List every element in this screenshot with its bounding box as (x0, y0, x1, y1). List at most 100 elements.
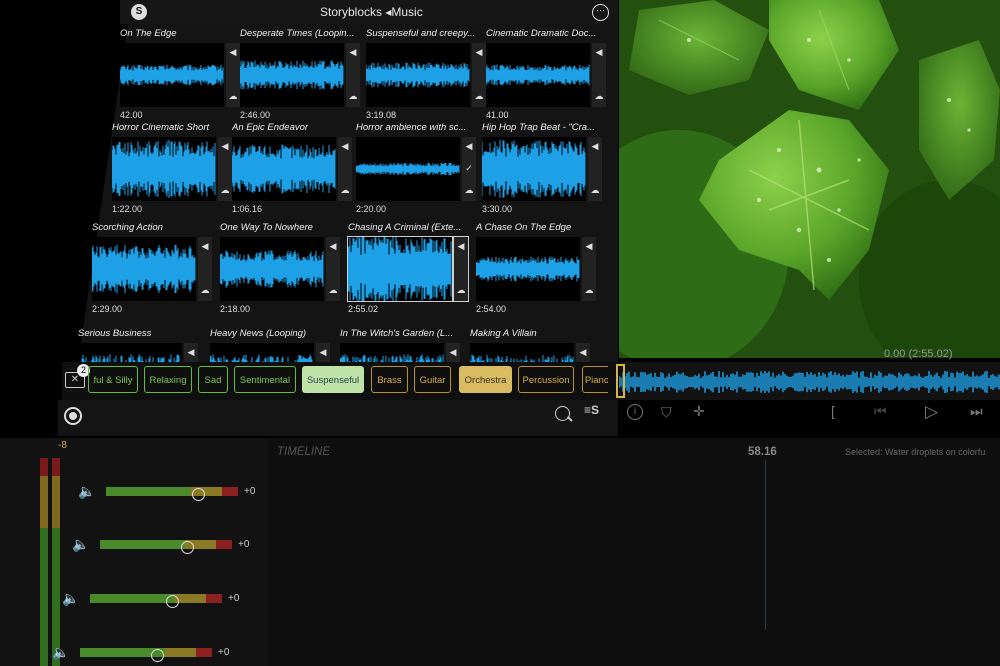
volume-icon[interactable]: ◀ (594, 47, 604, 57)
track-title: Making A Villain (470, 328, 537, 339)
volume-icon[interactable]: ◀ (228, 47, 238, 57)
more-options-icon[interactable]: ··· (592, 4, 609, 21)
volume-icon[interactable]: ◀ (590, 141, 600, 151)
fader-knob[interactable] (150, 649, 164, 662)
cloud-download-icon[interactable]: ☁ (456, 285, 466, 295)
audio-scrub-bar[interactable] (618, 362, 1000, 400)
volume-icon[interactable]: ◀ (328, 241, 338, 251)
cloud-download-icon[interactable]: ☁ (200, 285, 210, 295)
track-tile[interactable]: Suspenseful and creepy... ◀ ☁ 3:19.08 (366, 28, 486, 120)
cloud-download-icon[interactable]: ☁ (464, 185, 474, 195)
tag-guitar[interactable]: Guitar (414, 366, 451, 393)
volume-icon[interactable]: ◀ (340, 141, 350, 151)
track-tile[interactable]: Hip Hop Trap Beat - "Cra... ◀ ☁ 3:30.00 (482, 122, 602, 214)
track-duration: 1:06.16 (232, 204, 263, 214)
volume-icon[interactable]: ◀ (464, 141, 474, 151)
volume-icon[interactable]: ◀ (348, 47, 358, 57)
sort-icon[interactable]: ≡S (584, 403, 599, 417)
track-waveform[interactable] (92, 237, 196, 301)
storyblocks-logo-icon[interactable]: S (131, 4, 147, 20)
track-waveform[interactable] (240, 43, 344, 107)
play-icon[interactable]: ▷ (925, 402, 938, 422)
split-icon[interactable]: ✛ (693, 403, 705, 420)
volume-icon[interactable]: ◀ (186, 347, 196, 357)
tag-brass[interactable]: Brass (371, 366, 408, 393)
track-waveform[interactable] (356, 137, 460, 201)
next-icon[interactable]: ⏭ (970, 403, 983, 420)
cloud-download-icon[interactable]: ☁ (220, 185, 230, 195)
speaker-icon[interactable]: 🔈 (72, 536, 89, 553)
track-tile[interactable]: On The Edge ◀ ☁ 42.00 (120, 28, 240, 120)
fader-knob[interactable] (165, 595, 179, 608)
tag-suspenseful[interactable]: Suspenseful (302, 366, 364, 393)
track-waveform[interactable] (120, 43, 224, 107)
cloud-download-icon[interactable]: ☁ (348, 91, 358, 101)
speaker-icon[interactable]: 🔈 (78, 483, 95, 500)
volume-icon[interactable]: ◀ (220, 141, 230, 151)
volume-icon[interactable]: ◀ (456, 241, 466, 251)
cloud-download-icon[interactable]: ☁ (340, 185, 350, 195)
timeline-area[interactable] (268, 438, 1000, 666)
track-tile[interactable]: Horror ambience with sc... ◀ ☁ ✓ 2:20.00 (356, 122, 476, 214)
tag-sad[interactable]: Sad (198, 366, 228, 393)
tag-orchestra[interactable]: Orchestra (459, 366, 512, 393)
cloud-download-icon[interactable]: ☁ (590, 185, 600, 195)
cloud-download-icon[interactable]: ☁ (328, 285, 338, 295)
track-waveform[interactable] (232, 137, 336, 201)
preview-time-readout: 0.00 (2:55.02) (884, 348, 953, 360)
volume-fader[interactable] (90, 594, 222, 608)
track-tile[interactable]: Horror Cinematic Short ◀ ☁ 1:22.00 (112, 122, 232, 214)
track-tile[interactable]: A Chase On The Edge ◀ ☁ 2:54.00 (476, 222, 596, 314)
volume-fader[interactable] (80, 648, 212, 662)
track-title: One Way To Nowhere (220, 222, 313, 233)
checkmark-icon: ✓ (465, 163, 473, 173)
tag-relaxing[interactable]: Relaxing (144, 366, 192, 393)
track-waveform[interactable] (482, 137, 586, 201)
add-marker-icon[interactable]: ⛉ (661, 404, 672, 421)
cloud-download-icon[interactable]: ☁ (584, 285, 594, 295)
track-tile[interactable]: Chasing A Criminal (Exte... ◀ ☁ 2:55.02 (347, 222, 469, 314)
info-icon[interactable]: i (627, 404, 643, 420)
tag-percussion[interactable]: Percussion (518, 366, 574, 393)
volume-fader[interactable] (100, 540, 232, 554)
speaker-icon[interactable]: 🔈 (62, 590, 79, 607)
track-tile[interactable]: Desperate Times (Loopin... ◀ ☁ 2:46.00 (240, 28, 360, 120)
volume-icon[interactable]: ◀ (578, 347, 588, 357)
volume-fader[interactable] (106, 487, 238, 501)
level-meter-right (52, 458, 60, 666)
track-title: Chasing A Criminal (Exte... (348, 222, 462, 233)
track-waveform[interactable] (347, 236, 453, 302)
track-waveform[interactable] (220, 237, 324, 301)
in-point-icon[interactable]: [ (831, 403, 835, 419)
track-waveform[interactable] (366, 43, 470, 107)
tag-ful-silly[interactable]: ful & Silly (88, 366, 138, 393)
tag-piano[interactable]: Piano (582, 366, 608, 393)
volume-icon[interactable]: ◀ (200, 241, 210, 251)
cloud-download-icon[interactable]: ☁ (594, 91, 604, 101)
volume-icon[interactable]: ◀ (474, 47, 484, 57)
search-icon[interactable] (555, 406, 570, 421)
track-tile[interactable]: An Epic Endeavor ◀ ☁ 1:06.16 (232, 122, 352, 214)
track-side-controls: ◀☁ (592, 43, 606, 107)
track-duration: 3:19.08 (366, 110, 397, 120)
previous-icon[interactable]: ⏮ (874, 403, 887, 420)
track-tile[interactable]: One Way To Nowhere ◀ ☁ 2:18.00 (220, 222, 340, 314)
track-waveform[interactable] (476, 237, 580, 301)
volume-icon[interactable]: ◀ (318, 347, 328, 357)
tag-sentimental[interactable]: Sentimental (234, 366, 296, 393)
track-tile[interactable]: Cinematic Dramatic Doc... ◀ ☁ 41.00 (486, 28, 606, 120)
volume-icon[interactable]: ◀ (584, 241, 594, 251)
playhead-handle[interactable] (616, 364, 625, 398)
tag-list: ful & Silly Relaxing Sad Sentimental Suspens… (88, 366, 608, 396)
speaker-icon[interactable]: 🔈 (52, 644, 69, 661)
channel-gain-value: +0 (218, 647, 230, 658)
cloud-download-icon[interactable]: ☁ (474, 91, 484, 101)
track-waveform[interactable] (486, 43, 590, 107)
record-button[interactable] (64, 407, 82, 425)
cloud-download-icon[interactable]: ☁ (228, 91, 238, 101)
track-waveform[interactable] (112, 137, 216, 201)
track-duration: 3:30.00 (482, 204, 513, 214)
volume-icon[interactable]: ◀ (448, 347, 458, 357)
track-side-controls: ◀☁ (198, 237, 212, 301)
track-tile[interactable]: Scorching Action ◀ ☁ 2:29.00 (92, 222, 212, 314)
